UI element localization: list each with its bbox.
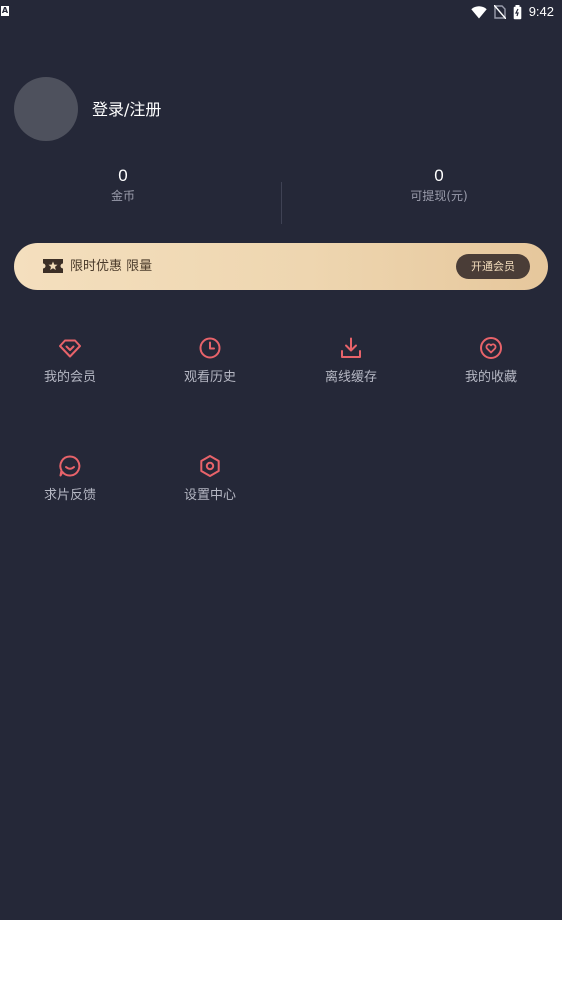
status-icons: 9:42 [470,3,554,21]
menu-item-my-vip[interactable]: 我的会员 [15,336,125,406]
heart-icon [480,337,502,359]
withdrawable-stat[interactable]: 0 可提现(元) [339,166,539,205]
login-register-link[interactable]: 登录/注册 [92,99,161,121]
menu-label: 我的会员 [43,370,96,385]
stats-divider [281,182,282,224]
avatar[interactable] [14,77,78,141]
promo-text: 限时优惠 限量 [70,259,153,274]
menu-item-watch-history[interactable]: 观看历史 [155,336,265,406]
wifi-icon [470,5,487,18]
coins-stat[interactable]: 0 金币 [23,166,223,205]
vip-promo-banner[interactable]: 限时优惠 限量 开通会员 [14,243,548,290]
clock-time: 9:42 [528,4,554,19]
ticket-star-icon [43,259,63,273]
withdrawable-value: 0 [434,166,444,185]
clock-icon [199,337,221,359]
coins-label: 金币 [110,189,135,203]
open-vip-button[interactable]: 开通会员 [456,254,530,279]
menu-item-my-favorites[interactable]: 我的收藏 [436,336,546,406]
menu-item-offline-cache[interactable]: 离线缓存 [296,336,406,406]
diamond-icon [59,339,81,358]
menu-label: 观看历史 [183,370,236,385]
battery-icon [513,4,521,19]
menu-label: 设置中心 [183,488,236,503]
settings-hexagon-icon [200,455,220,477]
coins-value: 0 [118,166,128,185]
status-bar: A 9:42 [0,0,562,24]
chat-bubble-icon [59,455,81,477]
menu-label: 离线缓存 [324,370,377,385]
withdrawable-label: 可提现(元) [410,189,468,203]
menu-item-settings[interactable]: 设置中心 [155,454,265,524]
download-icon [341,337,361,358]
notification-badge-icon: A [1,6,9,16]
no-sim-icon [493,5,506,19]
profile-screen: A 9:42 登录/注册 0 金币 0 可提现(元) 限时优惠 限量 开通会员 … [0,0,562,920]
menu-label: 求片反馈 [43,488,96,503]
menu-label: 我的收藏 [464,370,517,385]
menu-item-request-feedback[interactable]: 求片反馈 [15,454,125,524]
